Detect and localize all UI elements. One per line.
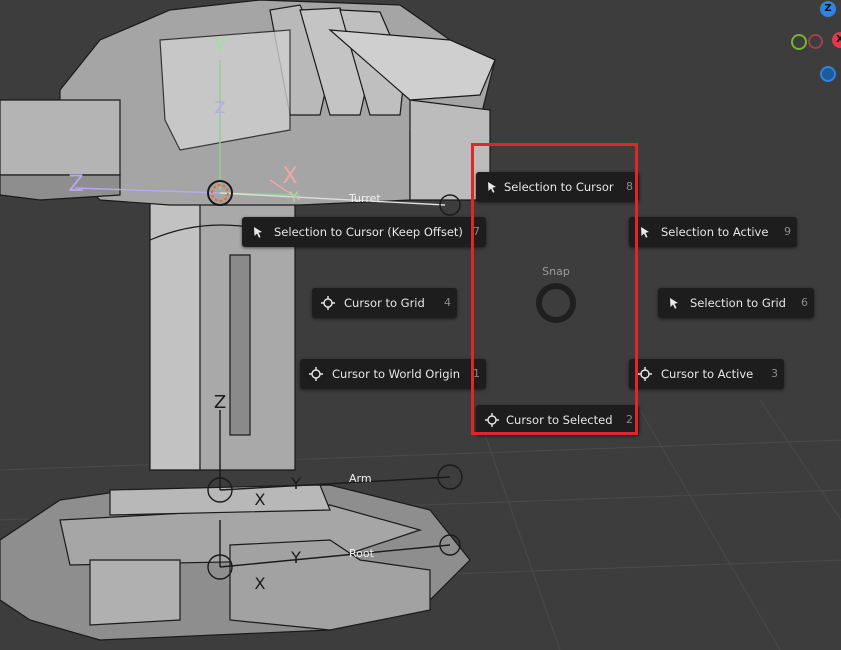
cursor-arrow-icon xyxy=(641,227,649,238)
axis-x-label: X xyxy=(254,490,266,509)
navigation-gizmo[interactable]: Z X xyxy=(780,0,841,90)
cursor-to-grid-button[interactable]: Cursor to Grid 4 xyxy=(312,288,457,318)
menu-item-label: Cursor to World Origin xyxy=(332,367,461,381)
menu-item-label: Selection to Cursor (Keep Offset) xyxy=(274,225,463,239)
bone-label-turret: Turret xyxy=(349,192,381,205)
menu-item-shortcut: 9 xyxy=(784,225,791,238)
menu-item-label: Cursor to Active xyxy=(661,367,754,381)
cursor-arrow-icon xyxy=(254,227,262,238)
menu-item-shortcut: 4 xyxy=(444,296,451,309)
axis-x-label: X xyxy=(282,164,298,189)
axis-y-label: Y xyxy=(291,474,301,493)
highlight-box xyxy=(471,143,638,435)
axis-z-label: Z xyxy=(213,392,227,413)
menu-item-label: Selection to Active xyxy=(661,225,769,239)
cursor-to-active-button[interactable]: Cursor to Active 3 xyxy=(629,359,784,389)
axis-y-label: Y xyxy=(291,548,301,567)
3d-cursor-icon xyxy=(309,367,323,381)
menu-item-label: Cursor to Grid xyxy=(344,296,425,310)
axis-y-label: Y xyxy=(213,34,227,58)
gizmo-neg-z-axis-handle[interactable] xyxy=(820,66,836,82)
selection-to-cursor-keep-offset-button[interactable]: Selection to Cursor (Keep Offset) 7 xyxy=(242,217,486,247)
menu-item-shortcut: 6 xyxy=(801,296,808,309)
cursor-to-world-origin-button[interactable]: Cursor to World Origin 1 xyxy=(300,359,486,389)
3d-cursor-icon xyxy=(321,296,335,310)
axis-z-label: Z xyxy=(68,172,84,197)
gizmo-z-axis-button[interactable]: Z xyxy=(820,1,836,17)
gizmo-x-axis-button[interactable]: X xyxy=(832,32,841,48)
axis-z-label: Z xyxy=(214,98,226,117)
bone-label-root: Root xyxy=(349,547,374,560)
menu-item-shortcut: 3 xyxy=(771,367,778,380)
gizmo-y-axis-handle[interactable] xyxy=(791,34,807,50)
cursor-arrow-icon xyxy=(670,298,678,309)
selection-to-grid-button[interactable]: Selection to Grid 6 xyxy=(658,288,814,318)
axis-y-label: Y xyxy=(289,190,299,206)
3d-cursor-icon xyxy=(638,367,652,381)
menu-item-label: Selection to Grid xyxy=(690,296,786,310)
bone-label-arm: Arm xyxy=(349,472,372,485)
selection-to-active-button[interactable]: Selection to Active 9 xyxy=(629,217,797,247)
3d-viewport[interactable] xyxy=(0,0,841,650)
gizmo-neg-x-axis-handle[interactable] xyxy=(808,34,823,49)
axis-x-label: X xyxy=(254,574,266,593)
